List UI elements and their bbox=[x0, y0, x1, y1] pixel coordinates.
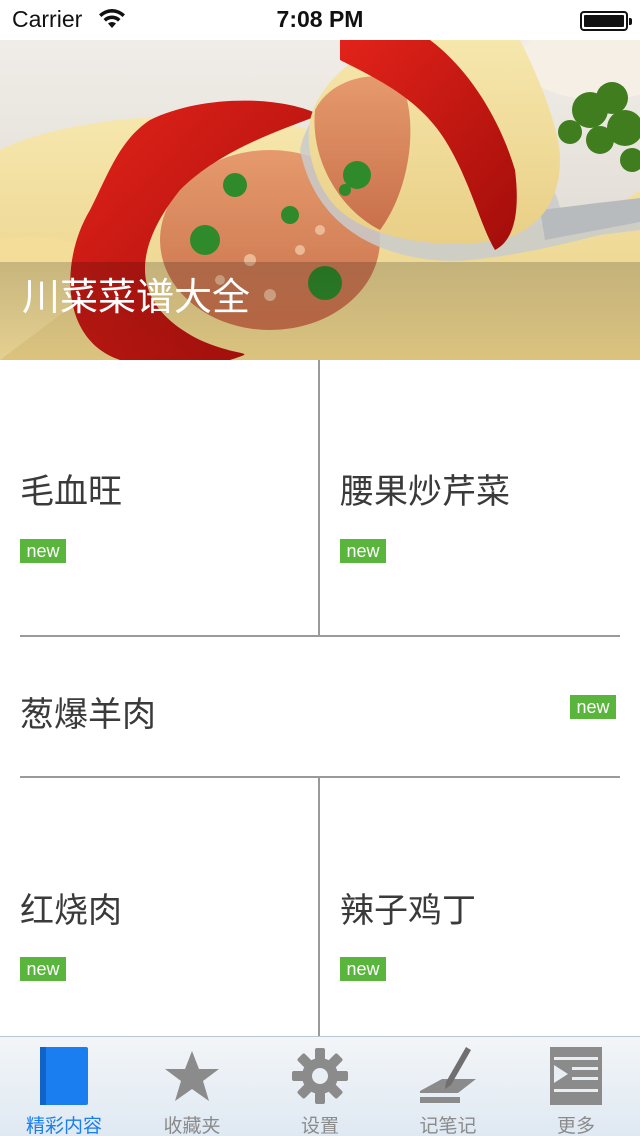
grid-divider bbox=[318, 778, 320, 1036]
star-icon bbox=[165, 1051, 219, 1101]
recipe-title: 红烧肉 bbox=[20, 891, 122, 931]
recipe-title: 辣子鸡丁 bbox=[340, 891, 476, 931]
recipe-title: 腰果炒芹菜 bbox=[340, 472, 510, 512]
recipe-cell[interactable]: 毛血旺 new bbox=[0, 360, 318, 636]
tab-label: 更多 bbox=[556, 1115, 595, 1136]
recipe-cell[interactable]: 葱爆羊肉 new bbox=[0, 637, 640, 776]
new-badge: new bbox=[340, 957, 386, 981]
tab-notes[interactable]: 记笔记 bbox=[384, 1037, 512, 1136]
hero-banner[interactable]: 川菜菜谱大全 bbox=[0, 40, 640, 360]
recipe-cell[interactable]: 腰果炒芹菜 new bbox=[320, 360, 640, 636]
recipe-title: 葱爆羊肉 bbox=[20, 695, 156, 735]
pen-note-icon bbox=[420, 1047, 476, 1103]
tab-label: 设置 bbox=[300, 1115, 339, 1136]
recipe-cell[interactable]: 红烧肉 new bbox=[0, 778, 318, 1036]
recipe-cell[interactable]: 辣子鸡丁 new bbox=[320, 778, 640, 1036]
status-bar: Carrier 7:08 PM bbox=[0, 0, 640, 40]
tab-bar: 精彩内容 收藏夹 设置 记笔记 更多 bbox=[0, 1036, 640, 1136]
battery-icon bbox=[580, 11, 632, 31]
tab-favorites[interactable]: 收藏夹 bbox=[128, 1037, 256, 1136]
tab-more[interactable]: 更多 bbox=[512, 1037, 640, 1136]
document-icon bbox=[40, 1047, 88, 1105]
recipe-title: 毛血旺 bbox=[20, 472, 122, 512]
tab-featured[interactable]: 精彩内容 bbox=[0, 1037, 128, 1136]
grid-divider bbox=[318, 360, 320, 636]
tab-label: 收藏夹 bbox=[163, 1115, 221, 1136]
list-more-icon bbox=[550, 1047, 602, 1105]
gear-icon bbox=[292, 1048, 348, 1104]
tab-label: 精彩内容 bbox=[25, 1115, 102, 1136]
tab-label: 记笔记 bbox=[419, 1115, 477, 1136]
new-badge: new bbox=[20, 957, 66, 981]
new-badge: new bbox=[340, 539, 386, 563]
hero-title: 川菜菜谱大全 bbox=[22, 275, 251, 319]
tab-settings[interactable]: 设置 bbox=[256, 1037, 384, 1136]
new-badge: new bbox=[570, 695, 616, 719]
new-badge: new bbox=[20, 539, 66, 563]
clock: 7:08 PM bbox=[276, 6, 364, 32]
